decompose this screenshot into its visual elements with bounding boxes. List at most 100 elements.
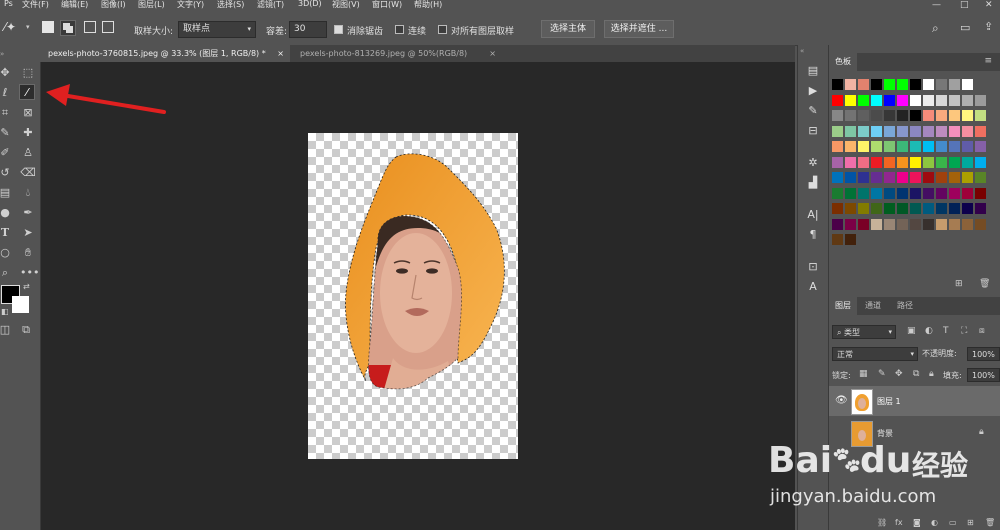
color-swatch[interactable] [897, 187, 908, 199]
color-swatch[interactable] [858, 79, 869, 90]
fill-input[interactable]: 100% [967, 368, 1000, 382]
frame-tool-icon[interactable]: ⊠ [20, 105, 36, 121]
eraser-tool-icon[interactable]: ⌫ [20, 165, 36, 181]
color-swatch[interactable] [910, 156, 921, 168]
color-swatch[interactable] [962, 125, 973, 137]
crop-tool-icon[interactable]: ⌗ [0, 105, 13, 121]
color-swatch[interactable] [923, 172, 934, 183]
color-swatch[interactable] [949, 94, 960, 106]
filter-shape-icon[interactable]: ⛶ [961, 326, 967, 336]
color-swatch[interactable] [832, 187, 843, 199]
layer-filter-select[interactable]: ⌕ 类型 ▾ [832, 325, 896, 339]
filter-smart-object-icon[interactable]: ⧈ [979, 326, 985, 336]
color-swatch[interactable] [910, 125, 921, 137]
color-swatch[interactable] [910, 94, 921, 106]
lasso-tool-icon[interactable]: ℓ [0, 85, 13, 101]
close-icon[interactable]: × [489, 45, 496, 62]
color-swatch[interactable] [949, 187, 960, 199]
color-swatch[interactable] [871, 187, 882, 199]
layer-row-layer1[interactable]: 👁︎ 图层 1 [829, 386, 1000, 416]
menu-layer[interactable]: 图层(L) [138, 0, 165, 10]
color-swatch[interactable] [884, 218, 895, 230]
color-swatch[interactable] [923, 141, 934, 152]
gradient-tool-icon[interactable]: ▤ [0, 185, 13, 201]
color-swatch[interactable] [962, 110, 973, 121]
histogram-icon[interactable]: ▟ [805, 175, 821, 191]
menu-help[interactable]: 帮助(H) [414, 0, 442, 10]
color-swatch[interactable] [871, 156, 882, 168]
color-swatch[interactable] [858, 187, 869, 199]
menu-3d[interactable]: 3D(D) [298, 0, 322, 8]
color-swatch[interactable] [949, 172, 960, 183]
lock-all-icon[interactable]: 🔒︎ [929, 369, 934, 379]
color-swatch[interactable] [975, 125, 986, 137]
color-swatch[interactable] [949, 141, 960, 152]
color-swatch[interactable] [936, 218, 947, 230]
navigator-icon[interactable]: ✲ [805, 155, 821, 171]
color-swatch[interactable] [975, 141, 986, 152]
chevron-down-icon[interactable]: ▾ [26, 23, 30, 31]
tolerance-input[interactable]: 30 [289, 21, 327, 38]
color-swatch[interactable] [923, 218, 934, 230]
color-swatch[interactable] [949, 110, 960, 121]
color-swatch[interactable] [884, 125, 895, 137]
pen-tool-icon[interactable]: ✒ [20, 205, 36, 221]
tab-paths[interactable]: 路径 [891, 297, 919, 315]
color-swatch[interactable] [923, 79, 934, 90]
color-swatch[interactable] [845, 156, 856, 168]
opacity-input[interactable]: 100% [967, 347, 1000, 361]
color-swatch[interactable] [858, 203, 869, 214]
color-swatch[interactable] [897, 203, 908, 214]
add-to-selection-icon[interactable] [60, 20, 76, 36]
color-swatch[interactable] [910, 110, 921, 121]
color-swatch[interactable] [936, 110, 947, 121]
type-tool-icon[interactable]: T [0, 225, 13, 241]
menu-view[interactable]: 视图(V) [332, 0, 360, 10]
menu-file[interactable]: 文件(F) [22, 0, 49, 10]
eyedropper-tool-icon[interactable]: ✎ [0, 125, 13, 141]
menu-select[interactable]: 选择(S) [217, 0, 244, 10]
color-swatch[interactable] [962, 141, 973, 152]
color-swatch[interactable] [884, 110, 895, 121]
color-swatch[interactable] [962, 172, 973, 183]
color-swatch[interactable] [949, 203, 960, 214]
color-swatch[interactable] [910, 79, 921, 90]
color-swatch[interactable] [936, 172, 947, 183]
blend-mode-select[interactable]: 正常 ▾ [832, 347, 918, 361]
color-swatch[interactable] [936, 156, 947, 168]
color-swatch[interactable] [858, 172, 869, 183]
color-swatch[interactable] [858, 156, 869, 168]
color-swatch[interactable] [832, 218, 843, 230]
brush-tool-icon[interactable]: ✐ [0, 145, 13, 161]
color-swatch[interactable] [884, 156, 895, 168]
color-swatch[interactable] [845, 203, 856, 214]
color-swatch[interactable] [949, 79, 960, 90]
color-swatch[interactable] [923, 125, 934, 137]
color-swatch[interactable] [910, 203, 921, 214]
color-swatch[interactable] [871, 172, 882, 183]
history-brush-tool-icon[interactable]: ↺ [0, 165, 13, 181]
color-swatch[interactable] [832, 125, 843, 137]
color-swatch[interactable] [845, 187, 856, 199]
menu-edit[interactable]: 编辑(E) [61, 0, 88, 10]
color-swatch[interactable] [975, 172, 986, 183]
color-swatch[interactable] [884, 94, 895, 106]
visibility-eye-icon[interactable]: 👁︎ [835, 395, 848, 406]
color-swatch[interactable] [923, 156, 934, 168]
blur-tool-icon[interactable]: 💧︎ [20, 185, 36, 201]
color-swatch[interactable] [871, 110, 882, 121]
sample-size-select[interactable]: 取样点 ▾ [178, 21, 256, 38]
delete-swatch-icon[interactable]: 🗑︎ [979, 279, 990, 289]
menu-image[interactable]: 图像(I) [101, 0, 126, 10]
color-swatch[interactable] [923, 187, 934, 199]
color-swatch[interactable] [910, 172, 921, 183]
screen-mode-icon[interactable]: ⧉ [18, 322, 34, 338]
new-swatch-icon[interactable]: ⊞ [955, 279, 963, 289]
clone-stamp-tool-icon[interactable]: ♙ [20, 145, 36, 161]
color-swatch[interactable] [936, 94, 947, 106]
color-swatch[interactable] [975, 156, 986, 168]
document-canvas[interactable] [308, 133, 518, 459]
filter-type-icon[interactable]: T [943, 326, 949, 336]
collapse-icon[interactable]: « [800, 47, 804, 55]
intersect-selection-icon[interactable] [102, 21, 114, 33]
